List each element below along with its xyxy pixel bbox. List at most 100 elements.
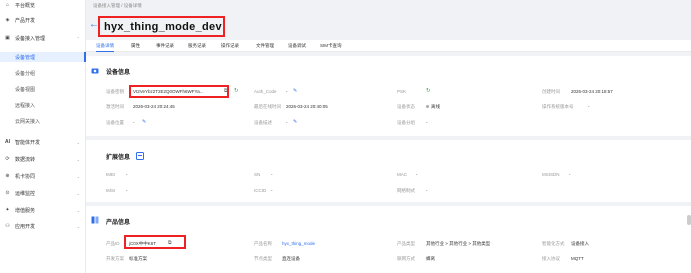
sidebar-item-label: 增值服务: [15, 207, 36, 214]
sidebar-subitem-device-mgmt[interactable]: 设备管理: [15, 52, 35, 62]
field-label: IMEI: [106, 172, 116, 177]
protocol-value: MQTT: [571, 256, 584, 261]
device-info-card: 设备信息 设备密钥 Vt2VeYbz2T2E2Q0OWFh6WFYa... ⧉ …: [86, 56, 691, 136]
tab-sim-query[interactable]: SIM卡查询: [320, 40, 342, 52]
field-label: MAC: [397, 172, 407, 177]
sidebar-item-overview[interactable]: ⌂ 平台概览: [0, 0, 86, 10]
sidebar-item-ai-dev[interactable]: AI 智能体开发 ⌄: [0, 137, 86, 147]
refresh-icon[interactable]: ↻: [234, 88, 239, 94]
chevron-up-icon: ⌃: [76, 35, 80, 41]
tab-device-detail[interactable]: 设备详情: [96, 40, 114, 52]
field-label: 最后在线时间: [254, 104, 281, 109]
sidebar-item-label: 运维监控: [15, 190, 36, 197]
network-type-value: -: [426, 188, 428, 193]
network-mode-value: 蜂窝: [426, 256, 435, 261]
tab-service-records[interactable]: 服务记录: [188, 40, 206, 52]
home-icon: ⌂: [5, 2, 10, 8]
sidebar-item-data-flow[interactable]: ⟳ 数据流转 ⌄: [0, 154, 86, 164]
refresh-icon[interactable]: ↻: [426, 88, 431, 94]
status-dot: [426, 105, 429, 109]
edit-icon[interactable]: ✎: [293, 88, 297, 94]
device-icon: ▣: [5, 35, 10, 41]
section-title: 设备信息: [106, 70, 131, 76]
field-label: 网络制式: [397, 188, 415, 193]
chevron-down-icon: ⌄: [76, 190, 80, 196]
imsi-value: -: [126, 188, 128, 193]
tab-operation-records[interactable]: 操作记录: [221, 40, 239, 52]
mac-value: -: [416, 172, 418, 177]
sidebar-item-label: 机卡协同: [15, 173, 36, 180]
sidebar-item-label: 产品开发: [15, 17, 36, 24]
field-label: 产品ID: [106, 241, 120, 246]
field-label: Auth_Code: [254, 89, 277, 94]
field-label: SN: [254, 172, 261, 177]
sidebar-subitem-remote-access[interactable]: 远程接入: [15, 100, 35, 110]
sn-value: -: [271, 172, 273, 177]
field-label: 设备位置: [106, 120, 124, 125]
field-label: 激活时间: [106, 104, 124, 109]
monitor-icon: ⊙: [5, 190, 10, 196]
app-icon: ⚇: [5, 223, 10, 229]
node-type-value: 直连设备: [282, 256, 300, 261]
nav-active-indicator: [0, 52, 86, 62]
flow-icon: ⟳: [5, 156, 10, 162]
product-name-link[interactable]: hyx_thing_mode: [282, 241, 315, 246]
imei-value: -: [126, 172, 128, 177]
field-label: 开发方案: [106, 256, 124, 261]
breadcrumb[interactable]: 设备接入管理 / 设备详情: [93, 3, 142, 9]
sidebar-item-device-access[interactable]: ▣ 设备接入管理 ⌃: [0, 33, 86, 43]
sidebar-item-product-dev[interactable]: ◈ 产品开发: [0, 15, 86, 25]
sidebar-item-label: 平台概览: [15, 2, 36, 9]
tab-device-debug[interactable]: 设备调试: [288, 40, 306, 52]
smart-mode-value: 设备接入: [571, 241, 589, 246]
device-status-badge: 离线: [426, 104, 440, 110]
sidebar: ⌂ 平台概览 ◈ 产品开发 ▣ 设备接入管理 ⌃ 设备管理 设备分组 设备视图 …: [0, 0, 86, 273]
sidebar-subitem-cloud-gateway[interactable]: 云网关接入: [15, 116, 40, 126]
device-secret-value: Vt2VeYbz2T2E2Q0OWFh6WFYa...: [133, 89, 204, 94]
page-title: hyx_thing_mode_dev: [104, 20, 222, 33]
sidebar-item-ops-monitor[interactable]: ⊙ 运维监控 ⌄: [0, 188, 86, 198]
sidebar-item-sim-sync[interactable]: ⊕ 机卡协同 ⌄: [0, 171, 86, 181]
tab-properties[interactable]: 属性: [131, 40, 140, 52]
field-label: 设备状态: [397, 104, 415, 109]
tab-file-management[interactable]: 文件管理: [256, 40, 274, 52]
field-label: 智能化方式: [542, 241, 565, 246]
field-label: MSISDN: [542, 172, 560, 177]
tab-bar: 设备详情 属性 事件记录 服务记录 操作记录 文件管理 设备调试 SIM卡查询: [86, 40, 691, 52]
sidebar-item-label: 数据流转: [15, 156, 36, 163]
tab-event-records[interactable]: 事件记录: [156, 40, 174, 52]
copy-icon[interactable]: ⧉: [168, 240, 172, 246]
activated-time-value: 2026-03-24 20:24:45: [133, 104, 175, 109]
field-label: IMSI: [106, 188, 116, 193]
field-label: PSK: [397, 89, 407, 94]
info-box-icon[interactable]: [136, 152, 144, 160]
scrollbar-thumb[interactable]: [687, 215, 691, 225]
title-highlight-box: hyx_thing_mode_dev: [98, 16, 225, 37]
edit-icon[interactable]: ✎: [142, 119, 146, 125]
sidebar-subitem-device-view[interactable]: 设备视图: [15, 84, 35, 94]
sidebar-item-label: 智能体开发: [15, 139, 41, 146]
product-type-value: 其他行业 > 其他行业 > 其他类型: [426, 241, 491, 246]
field-label: 设备密钥: [106, 89, 124, 94]
field-label: 接入协议: [542, 256, 560, 261]
device-status-value: 离线: [431, 104, 440, 109]
copy-icon[interactable]: ⧉: [224, 88, 228, 94]
product-icon: [91, 216, 99, 224]
device-info-icon: [91, 68, 99, 74]
edit-icon[interactable]: ✎: [293, 119, 297, 125]
product-id-value: jC0X中中K6T: [129, 241, 157, 246]
sidebar-subitem-device-group[interactable]: 设备分组: [15, 68, 35, 78]
device-location-value: -: [133, 120, 135, 125]
field-label: 设备描述: [254, 120, 272, 125]
sim-icon: ⊕: [5, 173, 10, 179]
chevron-down-icon: ⌄: [76, 139, 80, 145]
sidebar-item-app-dev[interactable]: ⚇ 应用开发 ⌄: [0, 221, 86, 231]
field-label: ICCID: [254, 188, 267, 193]
field-label: 节点类型: [254, 256, 272, 261]
cube-icon: ◈: [5, 17, 10, 23]
field-label: 产品名称: [254, 241, 272, 246]
sidebar-item-value-added[interactable]: ✦ 增值服务 ⌄: [0, 205, 86, 215]
device-desc-value: -: [286, 120, 288, 125]
section-title: 产品信息: [106, 220, 131, 226]
dev-plan-value: 标准方案: [129, 256, 147, 261]
